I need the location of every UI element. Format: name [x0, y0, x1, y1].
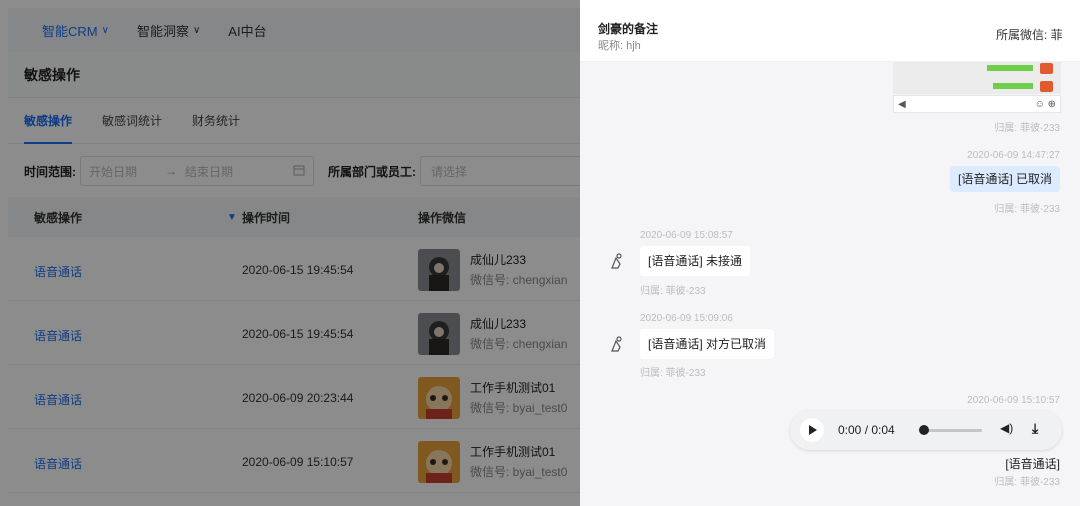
- image-content: [1040, 63, 1053, 74]
- download-icon[interactable]: ⤓: [1032, 420, 1038, 437]
- back-icon[interactable]: ◀: [898, 99, 906, 110]
- message-bubble: [语音通话] 对方已取消: [640, 329, 775, 359]
- message-time: 2020-06-09 15:08:57: [640, 230, 733, 241]
- volume-icon[interactable]: ◀): [1000, 421, 1013, 435]
- modal-overlay[interactable]: [0, 0, 580, 506]
- message-owner: 归属: 菲彼-233: [640, 286, 706, 297]
- message-time: 2020-06-09 14:47:27: [967, 150, 1060, 161]
- contact-nickname: 昵称: hjh: [598, 40, 641, 52]
- message-owner: 归属: 菲彼-233: [994, 123, 1060, 134]
- image-content: [1040, 81, 1053, 92]
- message-owner: 归属: 菲彼-233: [994, 204, 1060, 215]
- message-time: 2020-06-09 15:10:57: [967, 395, 1060, 406]
- image-content: [993, 83, 1033, 89]
- emoji-add-icon[interactable]: ☺ ⊕: [1035, 99, 1056, 110]
- contact-avatar-icon: [606, 333, 628, 355]
- contact-remark: 剑豪的备注: [598, 22, 659, 36]
- message-owner: 归属: 菲彼-233: [994, 477, 1060, 488]
- contact-avatar-icon: [606, 250, 628, 272]
- play-button[interactable]: [800, 418, 824, 442]
- message-time: 2020-06-09 15:09:06: [640, 313, 733, 324]
- screen: 智能CRM ∨ 智能洞察 ∨ AI中台 敏感操作 敏感操作 敏感词统计 财务统计…: [0, 0, 1080, 506]
- audio-player: 0:00 / 0:04 ◀) ⤓: [790, 410, 1062, 450]
- chat-history[interactable]: ◀ ☺ ⊕ 归属: 菲彼-233 2020-06-09 14:47:27 [语音…: [580, 62, 1080, 506]
- image-content: [987, 65, 1033, 71]
- message-bubble: [语音通话] 已取消: [949, 166, 1060, 192]
- audio-seek-handle[interactable]: [919, 425, 929, 435]
- audio-progress-track[interactable]: [924, 429, 982, 432]
- image-message[interactable]: [893, 62, 1061, 94]
- message-owner: 归属: 菲彼-233: [640, 368, 706, 379]
- drawer-header: 剑豪的备注 昵称: hjh 所属微信: 菲: [580, 0, 1080, 62]
- audio-caption: [语音通话]: [1005, 457, 1060, 471]
- owner-wechat: 所属微信: 菲: [996, 28, 1063, 42]
- chat-drawer: 剑豪的备注 昵称: hjh 所属微信: 菲 ◀ ☺ ⊕ 归属: 菲彼-233 2…: [580, 0, 1080, 506]
- message-bubble: [语音通话] 未接通: [640, 246, 751, 276]
- emoji-toolbar: ◀ ☺ ⊕: [893, 95, 1061, 113]
- audio-time: 0:00 / 0:04: [838, 423, 895, 437]
